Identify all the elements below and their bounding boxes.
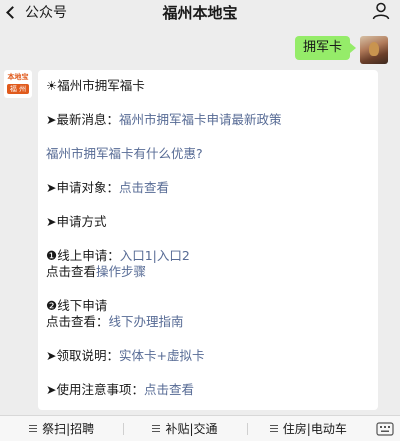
menu-item-label: 住房|电动车 <box>282 422 347 436</box>
nav-bar: 公众号 福州本地宝 <box>0 0 400 28</box>
offline-label: ❷线下申请 <box>46 298 108 313</box>
keyboard-icon[interactable] <box>370 421 400 436</box>
menu-item-2[interactable]: 补贴|交通 <box>123 420 246 437</box>
reply-bubble: ☀福州市拥军福卡 ➤最新消息：福州市拥军福卡申请最新政策 福州市拥军福卡有什么优… <box>38 70 378 410</box>
latest-policy-link[interactable]: 福州市拥军福卡申请最新政策 <box>119 112 282 127</box>
target-link[interactable]: 点击查看 <box>119 180 169 195</box>
notes-label: ➤使用注意事项： <box>46 382 144 397</box>
reply-heading: ☀福州市拥军福卡 <box>46 78 145 93</box>
pickup-label: ➤领取说明： <box>46 348 119 363</box>
latest-label: ➤最新消息： <box>46 112 119 127</box>
offline-guide-link[interactable]: 线下办理指南 <box>109 314 184 329</box>
brand-logo-bottom: 福 州 <box>7 84 29 94</box>
bottom-menu: 祭扫|招聘 补贴|交通 住房|电动车 <box>0 415 400 441</box>
hamburger-icon <box>269 425 278 432</box>
outgoing-bubble: 拥军卡 <box>294 36 357 60</box>
target-label: ➤申请对象： <box>46 180 119 195</box>
brand-avatar[interactable]: 本地宝 福 州 <box>4 70 32 98</box>
chat-title: 福州本地宝 <box>162 4 238 22</box>
menu-item-3[interactable]: 住房|电动车 <box>246 420 370 437</box>
online-entry2-link[interactable]: 入口2 <box>157 248 190 263</box>
hamburger-icon <box>152 425 161 432</box>
outgoing-message-row: 拥军卡 <box>294 36 388 64</box>
online-entry1-link[interactable]: 入口1 <box>120 248 153 263</box>
online-steps-link[interactable]: 操作步骤 <box>96 264 146 279</box>
notes-link[interactable]: 点击查看 <box>144 382 194 397</box>
online-steps-prefix: 点击查看 <box>46 264 97 279</box>
user-avatar[interactable] <box>360 36 388 64</box>
benefits-link[interactable]: 福州市拥军福卡有什么优惠? <box>46 146 203 161</box>
user-icon[interactable] <box>372 2 390 20</box>
online-label: ❶线上申请： <box>46 248 120 263</box>
menu-item-label: 补贴|交通 <box>165 422 218 436</box>
brand-logo-top: 本地宝 <box>7 73 29 81</box>
menu-item-1[interactable]: 祭扫|招聘 <box>0 420 123 437</box>
offline-prefix: 点击查看： <box>46 314 109 329</box>
pickup-link[interactable]: 实体卡+虚拟卡 <box>119 348 204 363</box>
menu-item-label: 祭扫|招聘 <box>42 422 95 436</box>
hamburger-icon <box>29 425 38 432</box>
method-label: ➤申请方式 <box>46 214 107 229</box>
